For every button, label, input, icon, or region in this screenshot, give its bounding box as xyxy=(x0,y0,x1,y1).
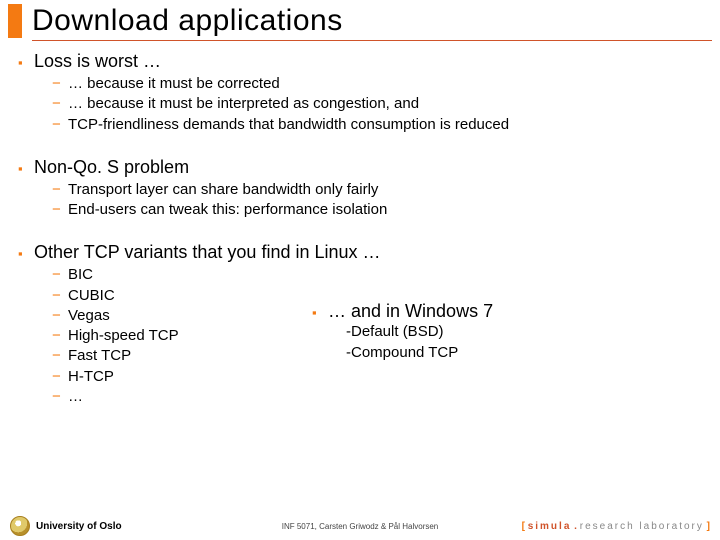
section-linux: ▪ Other TCP variants that you find in Li… xyxy=(18,242,706,407)
dash-icon: − xyxy=(52,367,68,387)
slide-title-row: Download applications xyxy=(0,0,720,38)
dot-icon: . xyxy=(571,521,579,532)
dash-icon: − xyxy=(52,306,68,326)
simula-text: simula xyxy=(528,521,572,532)
section-head-text: Non-Qo. S problem xyxy=(34,157,189,178)
dash-icon: − xyxy=(52,200,68,220)
square-bullet-icon: ▪ xyxy=(312,305,328,320)
slide-body: ▪ Loss is worst … −… because it must be … xyxy=(0,41,720,407)
footer-lab: [ simula . research laboratory ] xyxy=(522,521,710,532)
bracket-close-icon: ] xyxy=(704,521,710,532)
list-item: −… because it must be corrected xyxy=(52,74,706,94)
list-item: −… because it must be interpreted as con… xyxy=(52,94,706,114)
square-bullet-icon: ▪ xyxy=(18,55,34,70)
list-item: −High-speed TCP xyxy=(52,326,312,346)
dash-icon: − xyxy=(52,286,68,306)
dash-icon: − xyxy=(52,74,68,94)
list-item: −… xyxy=(52,387,312,407)
list-item: −Transport layer can share bandwidth onl… xyxy=(52,180,706,200)
windows-block: ▪ … and in Windows 7 -Default (BSD) -Com… xyxy=(312,265,493,407)
dash-icon: − xyxy=(52,94,68,114)
list-item: −Fast TCP xyxy=(52,346,312,366)
list-item: −H-TCP xyxy=(52,367,312,387)
slide-title: Download applications xyxy=(32,4,343,38)
dash-icon: − xyxy=(52,180,68,200)
section-head: ▪ Non-Qo. S problem xyxy=(18,157,706,178)
footer-course-info: INF 5071, Carsten Griwodz & Pål Halvorse… xyxy=(282,522,439,531)
section-head: ▪ Loss is worst … xyxy=(18,51,706,72)
list-item: −Vegas xyxy=(52,306,312,326)
section-head-text: Loss is worst … xyxy=(34,51,161,72)
dash-icon: − xyxy=(52,326,68,346)
dash-icon: − xyxy=(52,387,68,407)
list-item: −TCP-friendliness demands that bandwidth… xyxy=(52,115,706,135)
section-loss: ▪ Loss is worst … −… because it must be … xyxy=(18,51,706,135)
footer-left: University of Oslo xyxy=(10,516,122,536)
dash-icon: − xyxy=(52,115,68,135)
list-item: −CUBIC xyxy=(52,286,312,306)
section-nonqos: ▪ Non-Qo. S problem −Transport layer can… xyxy=(18,157,706,221)
list-item: -Compound TCP xyxy=(346,343,493,363)
section-head-text: Other TCP variants that you find in Linu… xyxy=(34,242,381,263)
slide-footer: University of Oslo INF 5071, Carsten Gri… xyxy=(0,512,720,540)
list-item: −BIC xyxy=(52,265,312,285)
university-name: University of Oslo xyxy=(36,521,122,532)
windows-head-text: … and in Windows 7 xyxy=(328,301,493,322)
dash-icon: − xyxy=(52,265,68,285)
research-lab-text: research laboratory xyxy=(580,521,704,532)
section-head: ▪ Other TCP variants that you find in Li… xyxy=(18,242,706,263)
linux-list: −BIC −CUBIC −Vegas −High-speed TCP −Fast… xyxy=(18,265,312,407)
windows-head: ▪ … and in Windows 7 xyxy=(312,301,493,322)
list-item: −End-users can tweak this: performance i… xyxy=(52,200,706,220)
title-accent-bar xyxy=(8,4,22,38)
university-seal-icon xyxy=(10,516,30,536)
list-item: -Default (BSD) xyxy=(346,322,493,342)
dash-icon: − xyxy=(52,346,68,366)
square-bullet-icon: ▪ xyxy=(18,246,34,261)
square-bullet-icon: ▪ xyxy=(18,161,34,176)
